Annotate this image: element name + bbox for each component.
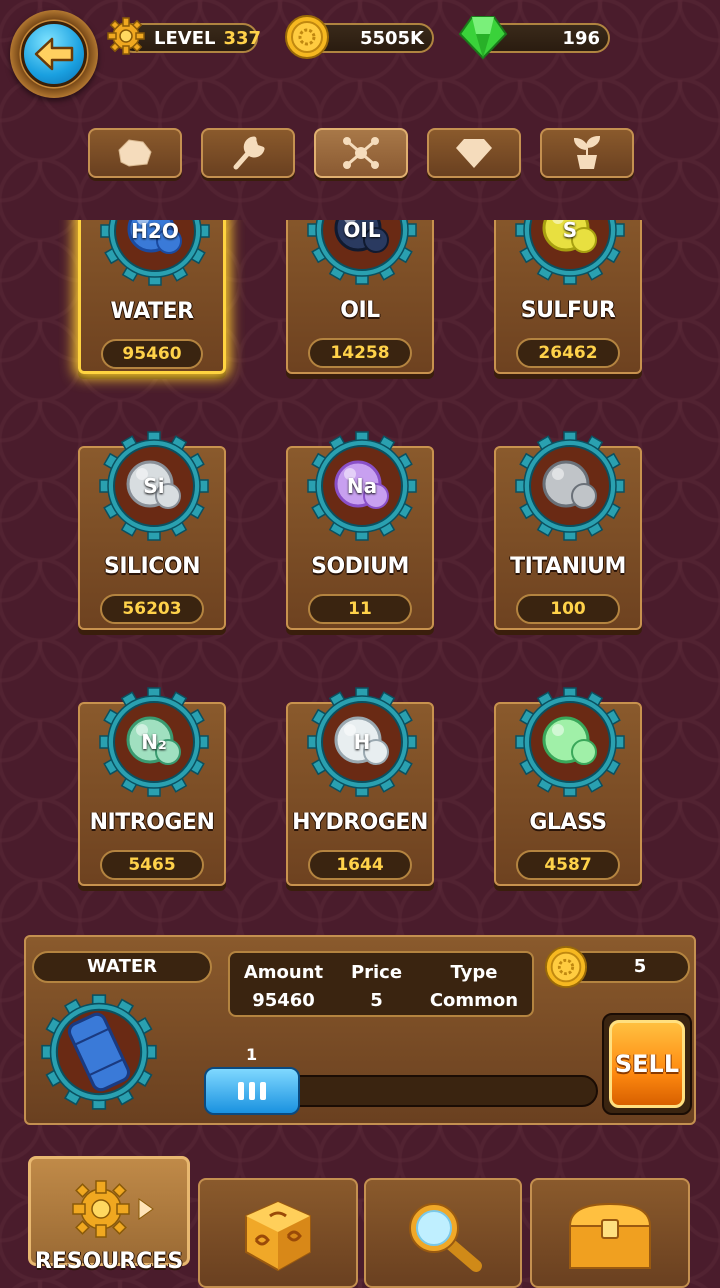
nav-search[interactable] [364,1178,522,1288]
quantity-label: 1 [246,1045,258,1064]
resource-name: TITANIUM [510,554,626,579]
level-label: LEVEL [154,27,216,49]
chest-icon [568,1202,652,1269]
diamond-icon [456,139,492,168]
type-value: Common [429,990,519,1011]
resource-name: GLASS [529,810,607,835]
resource-name: NITROGEN [89,810,215,835]
nav-resources[interactable]: RESOURCES [28,1156,190,1274]
element-symbol: S [562,220,578,242]
amount-label: Amount [243,962,324,983]
coin-icon [544,945,588,989]
tab-tools[interactable] [201,128,295,178]
resource-card-oil[interactable]: OIL 14258 OIL [286,220,434,374]
tab-minerals[interactable] [88,128,182,178]
resource-card-nitrogen[interactable]: NITROGEN 5465 N₂ [78,687,226,886]
back-button[interactable] [10,10,98,98]
sprout-icon [573,135,601,169]
resource-count: 1644 [308,850,412,880]
glass-icon [515,687,625,797]
resource-card-sulfur[interactable]: SULFUR 26462 S [494,220,642,374]
selected-resource-name: WATER [32,951,212,983]
resource-stats: Amount 95460 Price 5 Type Common [228,951,534,1017]
resource-count: 5465 [100,850,204,880]
resource-card-hydrogen[interactable]: HYDROGEN 1644 H [286,687,434,886]
element-symbol: Na [346,474,378,498]
price-value: 5 [370,990,383,1011]
resource-card-water[interactable]: WATER 95460 H2O [78,220,226,374]
price-label: Price [350,962,403,983]
tab-chemicals[interactable] [314,128,408,178]
nav-resources-label: RESOURCES [34,1249,184,1274]
price-stat: Price 5 [351,959,402,1015]
titanium-icon [515,431,625,541]
resource-count: 100 [516,594,620,624]
resource-card-titanium[interactable]: TITANIUM 100 [494,431,642,630]
nav-dice[interactable] [198,1178,358,1288]
element-symbol: H [353,730,371,754]
wrench-icon [233,136,265,170]
sell-total-value: 5 [633,956,647,977]
element-symbol: Si [143,474,165,498]
coin-icon [285,15,329,59]
sell-panel: WATER Amount 95460 Price 5 Type Common 5… [24,935,696,1125]
resource-name: WATER [110,299,194,324]
resource-name: SODIUM [311,554,409,579]
gear-icon [72,1180,154,1238]
resource-card-silicon[interactable]: SILICON 56203 Si [78,431,226,630]
amount-stat: Amount 95460 [244,959,323,1015]
resource-name: SULFUR [520,298,616,323]
resource-count: 4587 [516,850,620,880]
amount-value: 95460 [252,990,315,1011]
resource-count: 14258 [308,338,412,368]
water-barrel-icon [41,994,157,1110]
element-symbol: OIL [343,220,381,242]
level-value: 337 [223,27,262,49]
sell-button-label: SELL [609,1020,685,1108]
element-symbol: H2O [131,220,179,243]
quantity-slider-thumb[interactable] [204,1067,300,1115]
sell-button[interactable]: SELL [602,1013,692,1115]
resource-count: 11 [308,594,412,624]
coin-value: 5505K [359,27,424,49]
gem-value: 196 [562,27,600,49]
molecule-icon [343,137,379,169]
resource-card-sodium[interactable]: SODIUM 11 Na [286,431,434,630]
resource-name: OIL [340,298,380,323]
tab-gems[interactable] [427,128,521,178]
green-gem-icon [458,16,508,60]
resource-card-glass[interactable]: GLASS 4587 [494,687,642,886]
resource-count: 56203 [100,594,204,624]
selected-resource-icon [40,993,158,1111]
magnifier-icon [409,1203,482,1272]
tab-plants[interactable] [540,128,634,178]
resource-count: 95460 [101,339,203,369]
back-arrow-icon [34,37,74,71]
rock-icon [118,139,152,167]
level-gear-icon [107,17,145,55]
resource-name: HYDROGEN [292,810,428,835]
resource-grid: WATER 95460 H2O OIL 14258 OIL SULFUR 26462 S SILI… [0,220,720,920]
element-symbol: N₂ [141,730,167,754]
resource-name: SILICON [104,554,201,579]
type-stat: Type Common [430,959,518,1015]
type-label: Type [450,962,498,983]
dice-icon [245,1200,311,1272]
nav-chest[interactable] [530,1178,690,1288]
resource-count: 26462 [516,338,620,368]
